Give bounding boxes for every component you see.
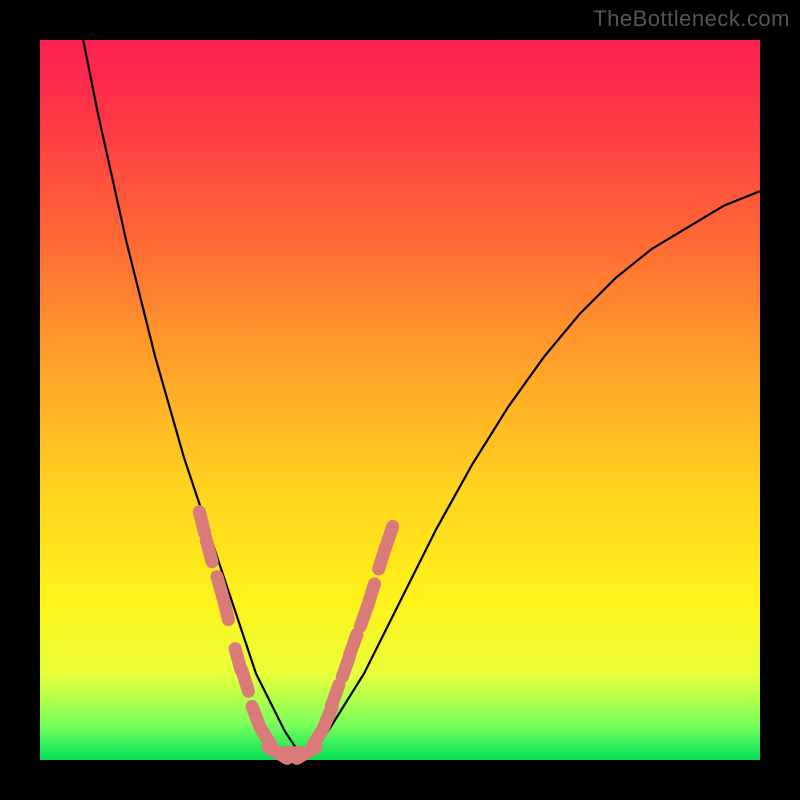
marker-point <box>368 584 375 605</box>
plot-area <box>40 40 760 760</box>
marker-point <box>223 598 228 619</box>
curve-markers <box>199 512 392 759</box>
watermark-text: TheBottleneck.com <box>593 6 790 32</box>
chart-svg <box>40 40 760 760</box>
marker-point <box>386 526 393 547</box>
marker-point <box>350 634 357 655</box>
chart-frame: TheBottleneck.com <box>0 0 800 800</box>
marker-point <box>332 685 339 706</box>
marker-point <box>199 512 204 533</box>
marker-point <box>206 541 212 562</box>
bottleneck-curve <box>83 40 760 753</box>
marker-point <box>242 670 249 691</box>
